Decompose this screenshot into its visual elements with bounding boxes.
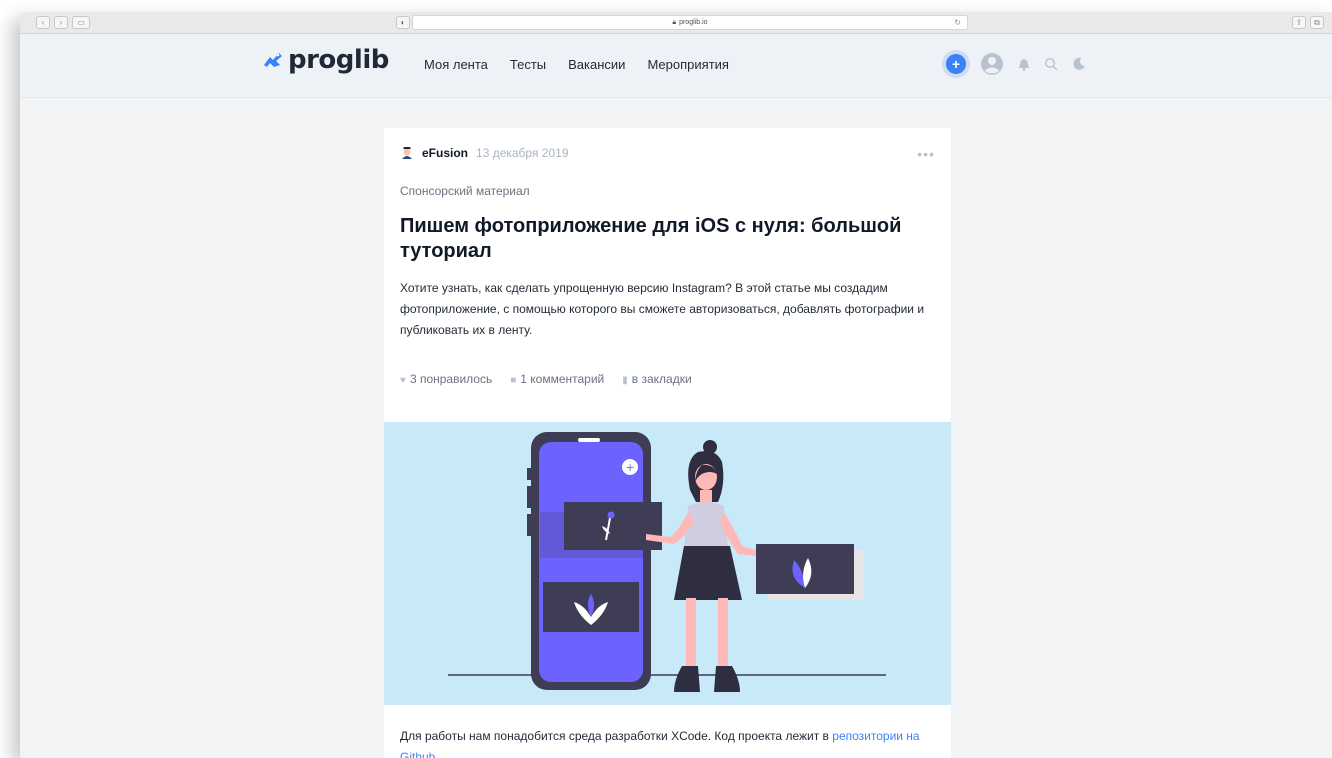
plus-icon[interactable]: + [946, 54, 966, 74]
site-header: proglib Моя лента Тесты Вакансии Меропри… [20, 34, 1332, 98]
header-tools: + [946, 52, 1086, 76]
post-body-text: Для работы нам понадобится среда разрабо… [400, 729, 829, 743]
logo-text: proglib [288, 45, 389, 75]
menu-item-tests[interactable]: Тесты [510, 57, 546, 72]
moon-icon[interactable] [1072, 57, 1086, 71]
post-cover-image[interactable]: + [384, 422, 951, 705]
browser-actions: ⇪ ⧉ [1292, 16, 1324, 29]
sidebar-toggle-icon[interactable]: ▭ [72, 16, 90, 29]
back-icon[interactable]: ‹ [36, 16, 50, 29]
post-title[interactable]: Пишем фотоприложение для iOS с нуля: бол… [400, 214, 920, 264]
share-icon[interactable]: ⇪ [1292, 16, 1306, 29]
avatar-icon[interactable] [980, 52, 1004, 76]
likes-count: 3 понравилось [409, 372, 493, 386]
post-card: eFusion 13 декабря 2019 ••• Спонсорский … [384, 128, 951, 758]
tabs-icon[interactable]: ⧉ [1310, 16, 1324, 29]
comments-button[interactable]: ■ 1 комментарий [510, 372, 604, 386]
menu-item-feed[interactable]: Моя лента [424, 57, 488, 72]
post-body: Для работы нам понадобится среда разрабо… [400, 726, 940, 758]
post-tag[interactable]: Спонсорский материал [400, 184, 530, 198]
author-avatar[interactable] [400, 146, 414, 160]
privacy-icon[interactable]: ◐ [396, 16, 410, 29]
comment-icon: ■ [510, 375, 517, 386]
bookmark-button[interactable]: ▮ в закладки [622, 372, 691, 386]
bookmark-label: в закладки [631, 372, 692, 386]
browser-nav: ‹ › ▭ [36, 16, 90, 29]
post-stats: ♥ 3 понравилось ■ 1 комментарий ▮ в закладк… [400, 372, 692, 386]
address-text: proglib.io [679, 19, 708, 26]
post-description: Хотите узнать, как сделать упрощенную ве… [400, 281, 925, 337]
heart-icon: ♥ [400, 375, 406, 386]
search-icon[interactable] [1044, 57, 1058, 71]
post-date: 13 декабря 2019 [476, 146, 569, 160]
post-meta: eFusion 13 декабря 2019 [400, 146, 569, 160]
lock-icon: 🔒︎ [672, 18, 677, 26]
menu-item-events[interactable]: Мероприятия [647, 57, 729, 72]
bookmark-icon: ▮ [622, 375, 628, 386]
main-menu: Моя лента Тесты Вакансии Мероприятия [424, 57, 729, 72]
browser-window: ‹ › ▭ ◐ 🔒︎ proglib.io ↻ ⇪ ⧉ proglib Моя … [20, 12, 1332, 758]
browser-toolbar: ‹ › ▭ ◐ 🔒︎ proglib.io ↻ ⇪ ⧉ [20, 12, 1332, 34]
reload-icon[interactable]: ↻ [954, 18, 961, 27]
cover-illustration: + [448, 432, 886, 692]
post-author[interactable]: eFusion [422, 146, 468, 160]
comments-count: 1 комментарий [520, 372, 605, 386]
more-options-icon[interactable]: ••• [917, 146, 935, 162]
address-bar[interactable]: 🔒︎ proglib.io ↻ [412, 15, 968, 30]
bell-icon[interactable] [1018, 58, 1030, 71]
menu-item-vacancies[interactable]: Вакансии [568, 57, 625, 72]
likes-button[interactable]: ♥ 3 понравилось [400, 372, 492, 386]
svg-text:+: + [626, 461, 635, 474]
forward-icon[interactable]: › [54, 16, 68, 29]
site-logo[interactable]: proglib [262, 47, 389, 73]
logo-mark-icon [264, 53, 282, 67]
